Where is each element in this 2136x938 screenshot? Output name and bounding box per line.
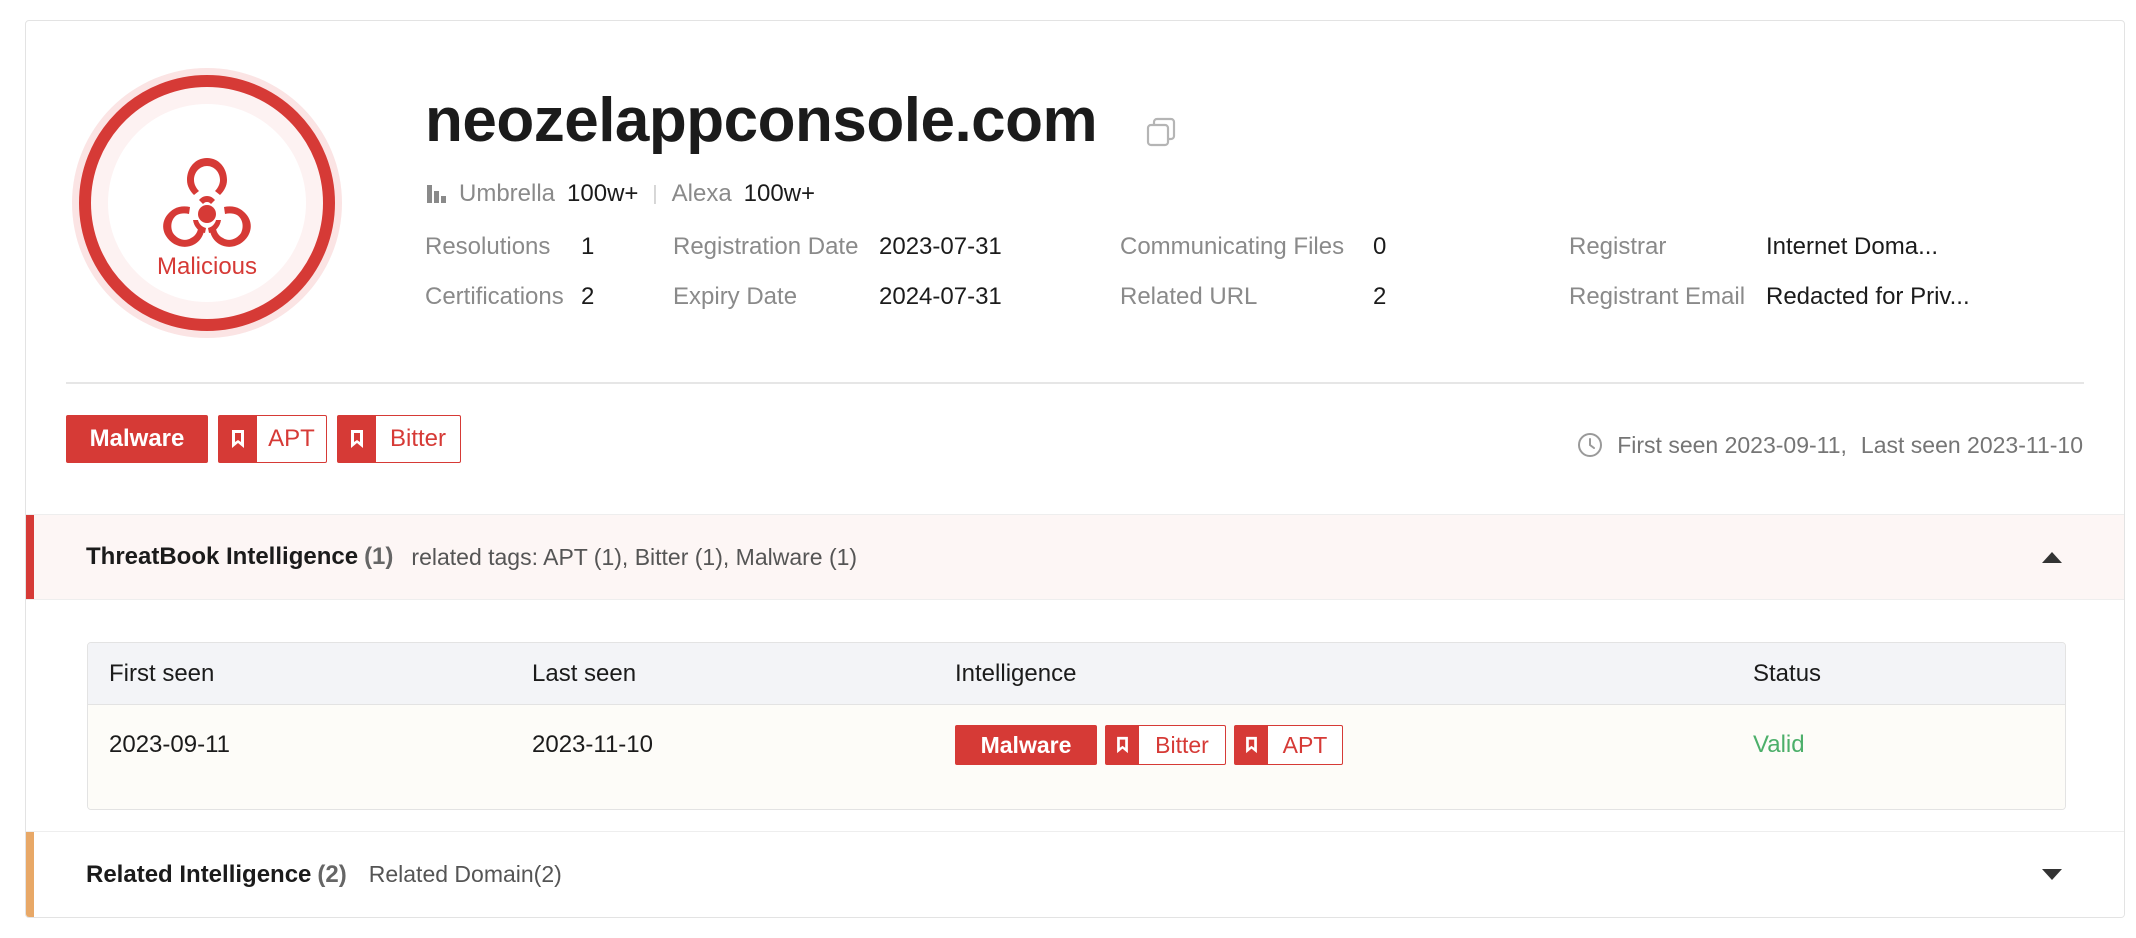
communicating-files-label: Communicating Files [1120,233,1345,260]
related-intelligence-header[interactable]: Related Intelligence (2) Related Domain(… [26,831,2124,917]
seen-summary: First seen 2023-09-11, Last seen 2023-11… [1577,427,2083,463]
column-header-intelligence: Intelligence [955,660,1077,687]
section-title: Related Intelligence [86,860,312,888]
registrar-value[interactable]: Internet Doma... [1766,233,1938,261]
collapse-caret-icon[interactable] [2042,551,2062,563]
table-row: 2023-09-11 2023-11-10 Malware Bitter APT… [88,705,2065,809]
alexa-value: 100w+ [743,180,816,207]
resolutions-label: Resolutions [425,233,551,260]
row-tag-bitter[interactable]: Bitter [1105,725,1226,765]
section-title: ThreatBook Intelligence [86,543,359,570]
registration-date-label: Registration Date [673,233,859,260]
bookmark-icon [1106,726,1139,764]
tag-apt[interactable]: APT [218,415,327,463]
section-accent [26,832,34,917]
row-tag-bitter-label: Bitter [1155,731,1209,758]
domain-title: neozelappconsole.com [425,86,1098,155]
domain-report-card: Malicious neozelappconsole.com Umbrella … [25,20,2125,918]
certifications-value: 2 [581,283,595,310]
tag-apt-label: APT [268,425,315,452]
bookmark-icon [338,416,376,462]
umbrella-value: 100w+ [567,180,639,207]
bar-chart-icon [427,185,446,203]
registrar-label: Registrar [1569,233,1667,260]
resolutions-value: 1 [581,233,595,260]
copy-icon[interactable] [1144,115,1178,149]
tag-malware[interactable]: Malware [66,415,208,463]
clock-icon [1578,433,1603,457]
communicating-files-value: 0 [1373,233,1387,260]
related-url-label: Related URL [1120,283,1258,310]
header-divider [66,382,2084,384]
registrant-email-label: Registrant Email [1569,283,1746,310]
row-tag-apt[interactable]: APT [1234,725,1343,765]
threatbook-intelligence-header[interactable]: ThreatBook Intelligence (1) related tags… [26,514,2124,600]
table-header: First seen Last seen Intelligence Status [88,643,2065,705]
alexa-label: Alexa [671,180,732,207]
intelligence-table: First seen Last seen Intelligence Status… [87,642,2066,810]
related-tags-text: related tags: APT (1), Bitter (1), Malwa… [411,543,858,570]
registrant-email-value[interactable]: Redacted for Priv... [1766,283,1970,311]
section-count: (2) [317,860,347,888]
rank-row: Umbrella 100w+ | Alexa 100w+ [425,177,815,211]
section-count: (1) [364,543,394,570]
cell-first-seen: 2023-09-11 [109,731,230,758]
related-domain-text[interactable]: Related Domain(2) [369,861,562,888]
verdict-badge: Malicious [72,68,342,338]
bookmark-icon [219,416,257,462]
umbrella-label: Umbrella [459,180,556,207]
last-seen-text: Last seen 2023-11-10 [1860,431,2083,458]
tag-bitter-label: Bitter [389,425,446,452]
first-seen-text: First seen 2023-09-11, [1617,431,1847,458]
column-header-status: Status [1753,660,1822,687]
biohazard-icon [163,158,251,247]
row-tag-malware[interactable]: Malware [955,725,1097,765]
column-header-first-seen: First seen [109,660,215,687]
rank-separator: | [652,182,658,205]
column-header-last-seen: Last seen [532,660,637,687]
row-tag-apt-label: APT [1282,731,1328,758]
registration-date-value: 2023-07-31 [879,233,1002,260]
cell-status: Valid [1753,731,1805,758]
tag-bitter[interactable]: Bitter [337,415,461,463]
expiry-date-label: Expiry Date [673,283,798,310]
expiry-date-value: 2024-07-31 [879,283,1002,310]
section-accent [26,515,34,599]
related-url-value: 2 [1373,283,1387,310]
expand-caret-icon[interactable] [2042,869,2062,880]
bookmark-icon [1235,726,1268,764]
verdict-label: Malicious [156,253,258,280]
certifications-label: Certifications [425,283,564,310]
cell-last-seen: 2023-11-10 [532,731,653,758]
